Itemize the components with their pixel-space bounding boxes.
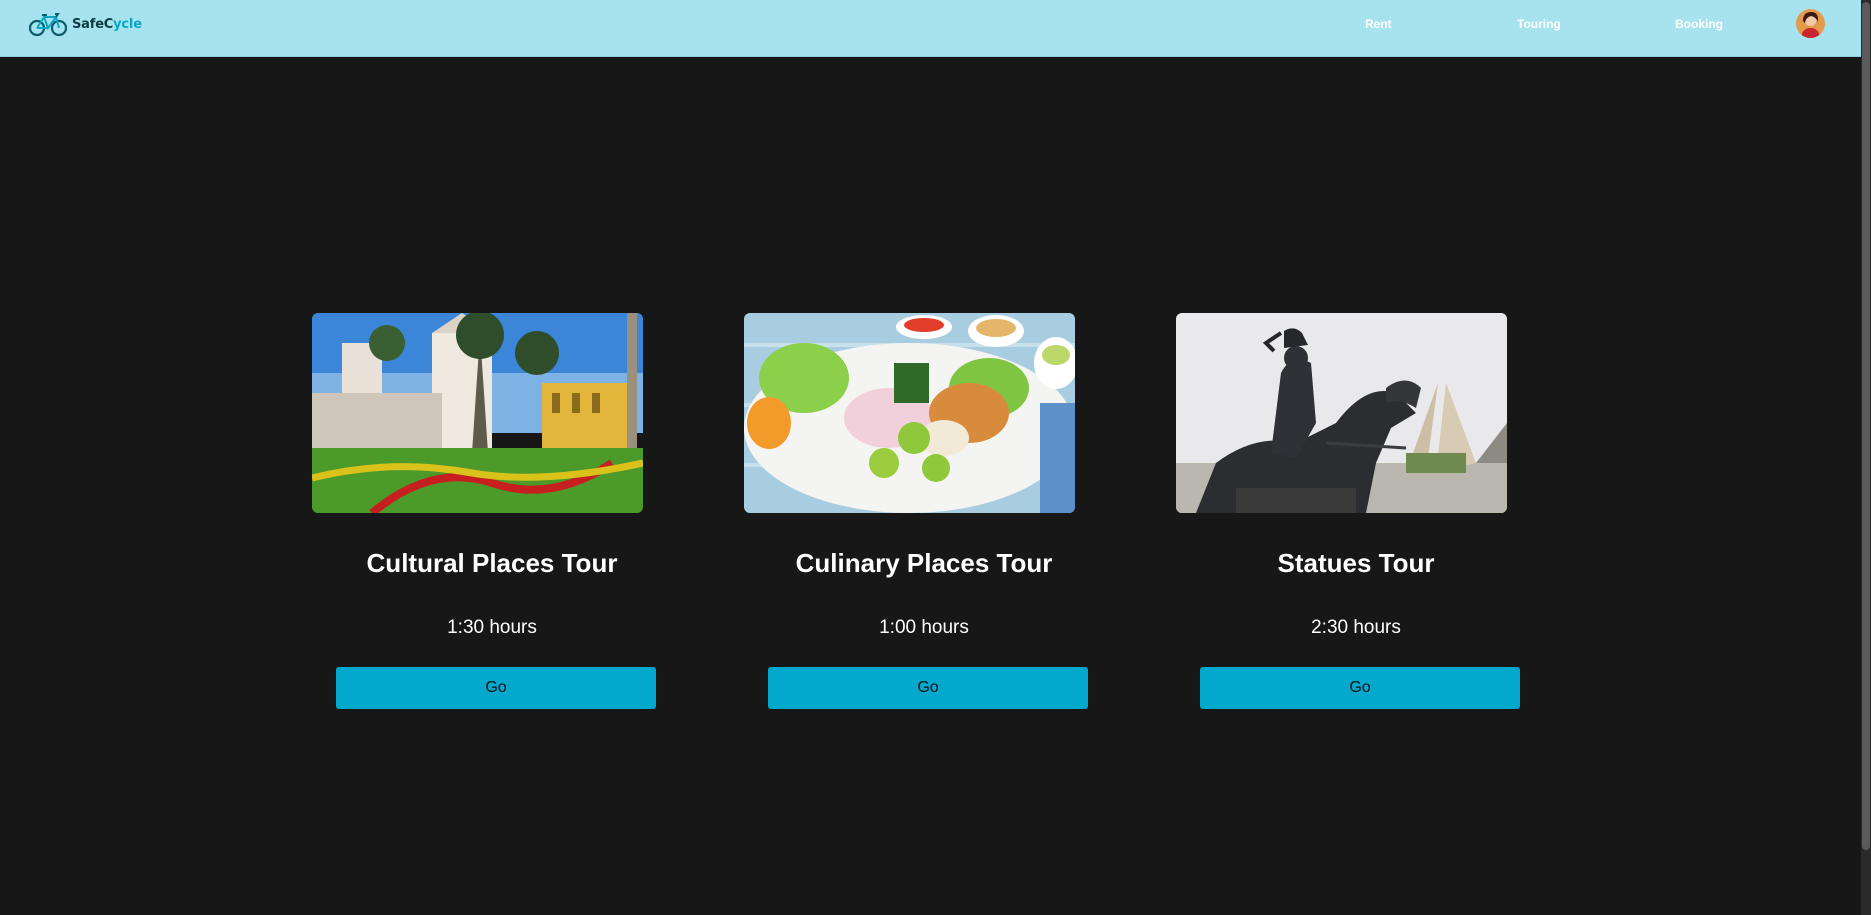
cathedral-plaza-photo	[312, 313, 643, 513]
go-button[interactable]: Go	[768, 667, 1088, 709]
bicycle-icon	[28, 11, 68, 37]
go-button[interactable]: Go	[1200, 667, 1520, 709]
scrollbar-thumb[interactable]	[1862, 2, 1870, 850]
page: SafeCycle Rent Touring Booking Cultural …	[0, 0, 1871, 915]
nav-item-rent[interactable]: Rent	[1365, 17, 1392, 31]
brand-name-part1: SafeC	[72, 16, 114, 32]
go-button[interactable]: Go	[336, 667, 656, 709]
page-scrollbar[interactable]	[1861, 0, 1871, 915]
ceviche-dish-photo	[744, 313, 1075, 513]
tour-title: Culinary Places Tour	[795, 548, 1053, 578]
tour-duration: 1:30 hours	[447, 617, 537, 638]
tour-title: Statues Tour	[1277, 548, 1435, 578]
top-navbar: SafeCycle Rent Touring Booking	[0, 0, 1861, 57]
brand-name: SafeCycle	[72, 17, 142, 32]
nav-item-touring[interactable]: Touring	[1517, 17, 1561, 31]
user-avatar[interactable]	[1796, 9, 1825, 38]
horse-rider-statue-photo	[1176, 313, 1507, 513]
nav-item-booking[interactable]: Booking	[1675, 17, 1723, 31]
tour-duration: 1:00 hours	[879, 617, 969, 638]
tour-duration: 2:30 hours	[1311, 617, 1401, 638]
brand-logo[interactable]: SafeCycle	[28, 10, 142, 38]
tour-title: Cultural Places Tour	[366, 548, 618, 578]
brand-name-part2: ycle	[113, 16, 142, 32]
